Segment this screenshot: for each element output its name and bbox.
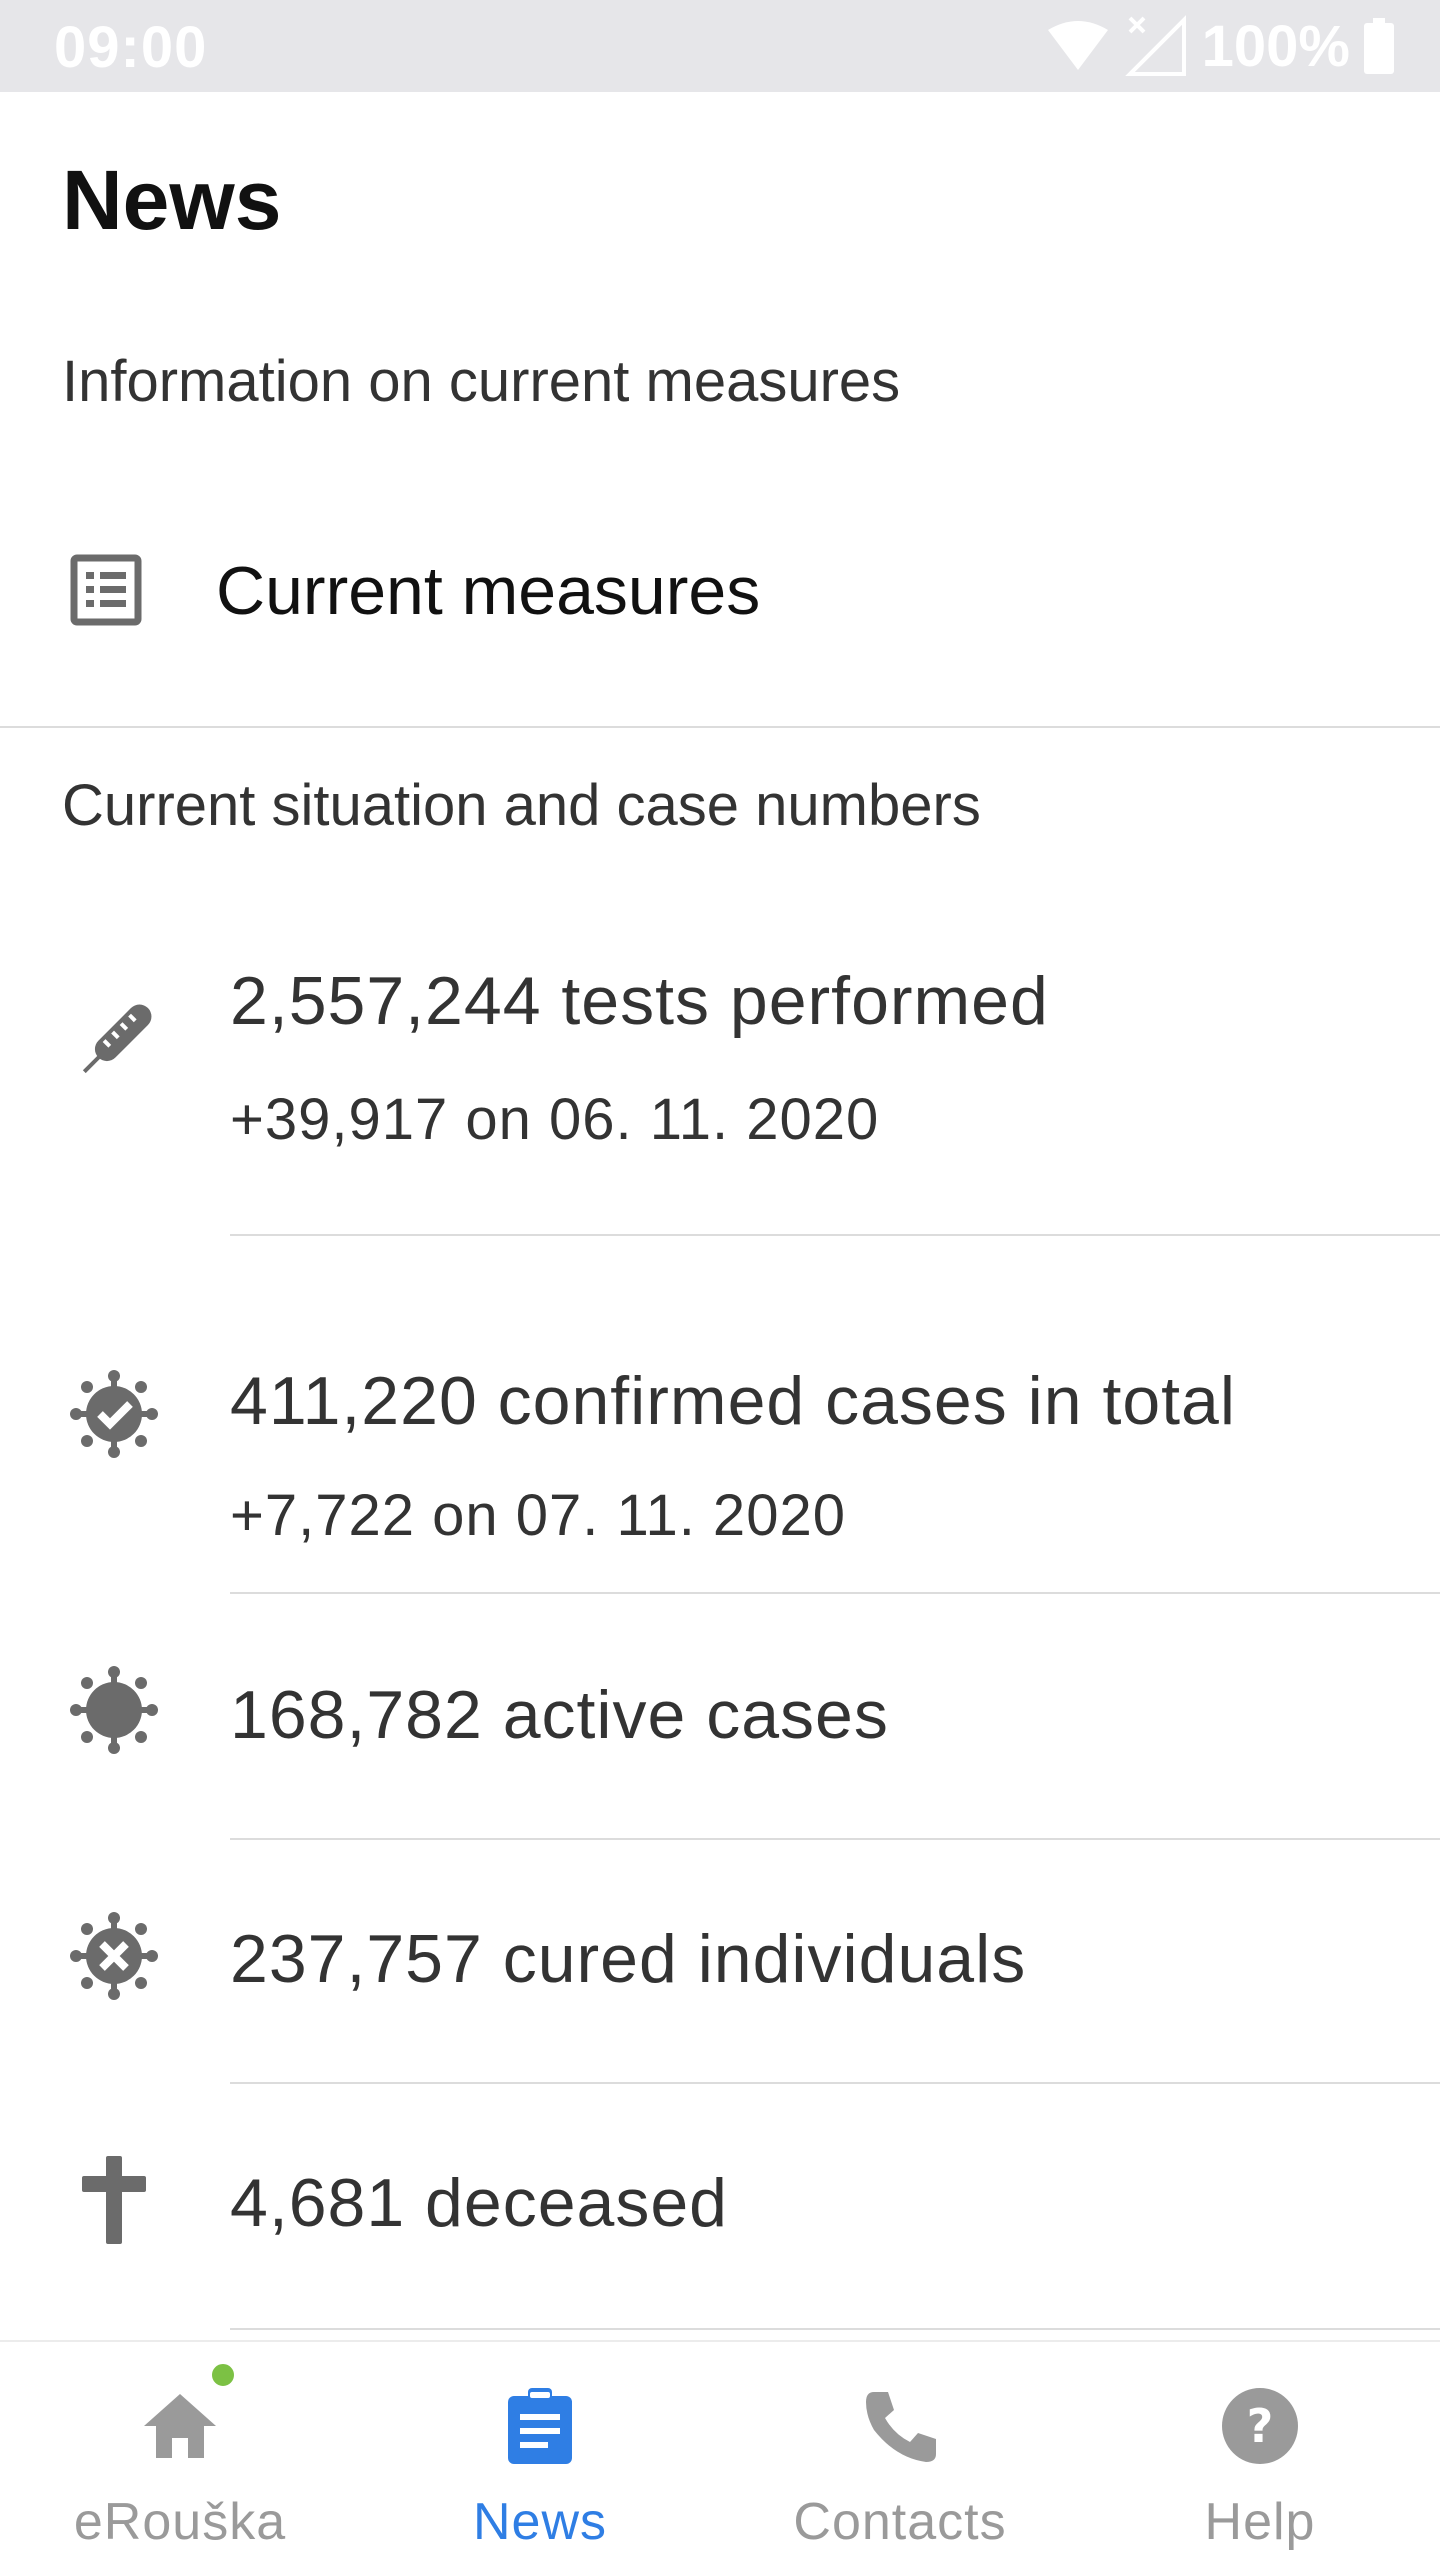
nav-item-help[interactable]: ? Help [1080, 2342, 1440, 2560]
stat-cured: 237,757 cured individuals [0, 1840, 1440, 2084]
battery-icon [1364, 18, 1394, 74]
current-measures-link[interactable]: Current measures [0, 510, 1440, 670]
nav-label-help: Help [1204, 2493, 1316, 2551]
stat-deceased: 4,681 deceased [0, 2084, 1440, 2330]
divider [230, 2328, 1440, 2330]
status-indicators: 100% [1046, 13, 1394, 79]
nav-label-contacts: Contacts [793, 2493, 1007, 2551]
stat-tests: 2,557,244 tests performed +39,917 on 06.… [0, 900, 1440, 1236]
page-title: News [62, 153, 282, 247]
battery-percent: 100% [1201, 13, 1350, 79]
cell-signal-icon [1124, 15, 1186, 76]
stat-active: 168,782 active cases [0, 1594, 1440, 1840]
thermometer-icon [82, 1004, 152, 1074]
stat-cured-main: 237,757 cured individuals [230, 1921, 1027, 1997]
status-bar: 09:00 100% [0, 0, 1440, 92]
nav-item-erouska[interactable]: eRouška [0, 2342, 360, 2560]
nav-label-erouska: eRouška [73, 2493, 287, 2551]
stat-tests-main: 2,557,244 tests performed [230, 963, 1049, 1039]
virus-check-icon [70, 1370, 158, 1458]
wifi-icon [1047, 21, 1108, 70]
list-document-icon [70, 554, 142, 626]
stat-tests-sub: +39,917 on 06. 11. 2020 [230, 1087, 880, 1152]
help-icon: ? [1222, 2388, 1298, 2464]
divider [0, 726, 1440, 728]
phone-icon [866, 2392, 936, 2462]
section-label-stats: Current situation and case numbers [62, 773, 981, 838]
stat-confirmed-sub: +7,722 on 07. 11. 2020 [230, 1483, 846, 1548]
status-time: 09:00 [54, 15, 208, 80]
home-icon [144, 2394, 216, 2458]
svg-text:?: ? [1247, 2399, 1274, 2453]
stat-confirmed: 411,220 confirmed cases in total +7,722 … [0, 1236, 1440, 1594]
virus-cross-icon [70, 1912, 158, 2000]
current-measures-label: Current measures [216, 553, 761, 629]
section-label-measures: Information on current measures [62, 349, 901, 414]
notification-badge [208, 2360, 238, 2390]
clipboard-icon [508, 2388, 572, 2464]
bottom-navigation: eRouška News Contacts ? Help [0, 2340, 1440, 2560]
cross-icon [82, 2156, 146, 2244]
stat-confirmed-main: 411,220 confirmed cases in total [230, 1363, 1236, 1439]
nav-item-contacts[interactable]: Contacts [720, 2342, 1080, 2560]
stat-active-main: 168,782 active cases [230, 1677, 889, 1753]
virus-icon [70, 1666, 158, 1754]
stat-deceased-main: 4,681 deceased [230, 2165, 728, 2241]
nav-label-news: News [472, 2493, 608, 2551]
nav-item-news[interactable]: News [360, 2342, 720, 2560]
